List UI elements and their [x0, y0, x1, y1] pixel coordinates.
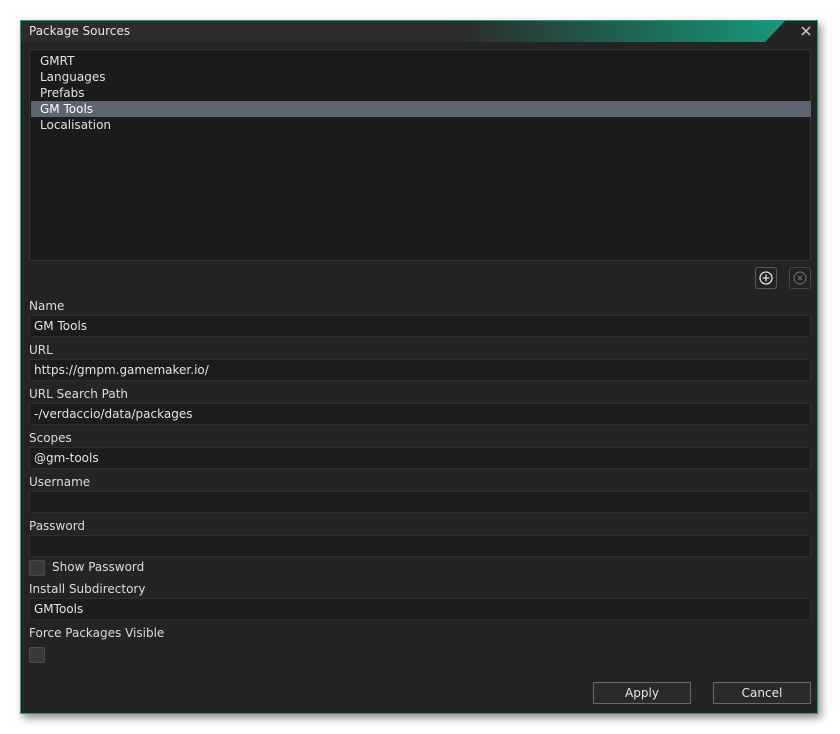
- username-label: Username: [29, 475, 91, 489]
- scopes-field[interactable]: @gm-tools: [29, 447, 811, 469]
- list-item[interactable]: Localisation: [31, 117, 811, 133]
- force-visible-label: Force Packages Visible: [29, 626, 165, 640]
- add-source-button[interactable]: [755, 267, 777, 289]
- dialog-title: Package Sources: [29, 24, 131, 38]
- remove-source-button[interactable]: [789, 267, 811, 289]
- scopes-label: Scopes: [29, 431, 72, 445]
- name-label: Name: [29, 299, 65, 313]
- search-path-field[interactable]: -/verdaccio/data/packages: [29, 403, 811, 425]
- show-password-label[interactable]: Show Password: [52, 560, 144, 574]
- list-item[interactable]: Languages: [31, 69, 811, 85]
- list-item[interactable]: GMRT: [31, 53, 811, 69]
- cancel-button[interactable]: Cancel: [713, 682, 811, 704]
- url-field[interactable]: https://gmpm.gamemaker.io/: [29, 359, 811, 381]
- name-field[interactable]: GM Tools: [29, 315, 811, 337]
- show-password-checkbox[interactable]: [29, 560, 45, 576]
- add-circle-icon: [759, 271, 773, 285]
- sources-list[interactable]: GMRT Languages Prefabs GM Tools Localisa…: [29, 49, 811, 261]
- password-label: Password: [29, 519, 86, 533]
- list-item-selected[interactable]: GM Tools: [31, 101, 811, 117]
- apply-button[interactable]: Apply: [593, 682, 691, 704]
- install-subdirectory-field[interactable]: GMTools: [29, 598, 811, 620]
- force-visible-checkbox[interactable]: [29, 647, 45, 663]
- url-label: URL: [29, 343, 53, 357]
- remove-circle-icon: [793, 271, 807, 285]
- username-field[interactable]: [29, 491, 811, 513]
- install-subdirectory-label: Install Subdirectory: [29, 582, 146, 596]
- list-item[interactable]: Prefabs: [31, 85, 811, 101]
- search-path-label: URL Search Path: [29, 387, 129, 401]
- package-sources-dialog: Package Sources GMRT Languages Prefabs G…: [20, 20, 818, 714]
- close-icon[interactable]: [799, 24, 813, 38]
- password-field[interactable]: [29, 535, 811, 557]
- title-bar[interactable]: Package Sources: [21, 21, 817, 42]
